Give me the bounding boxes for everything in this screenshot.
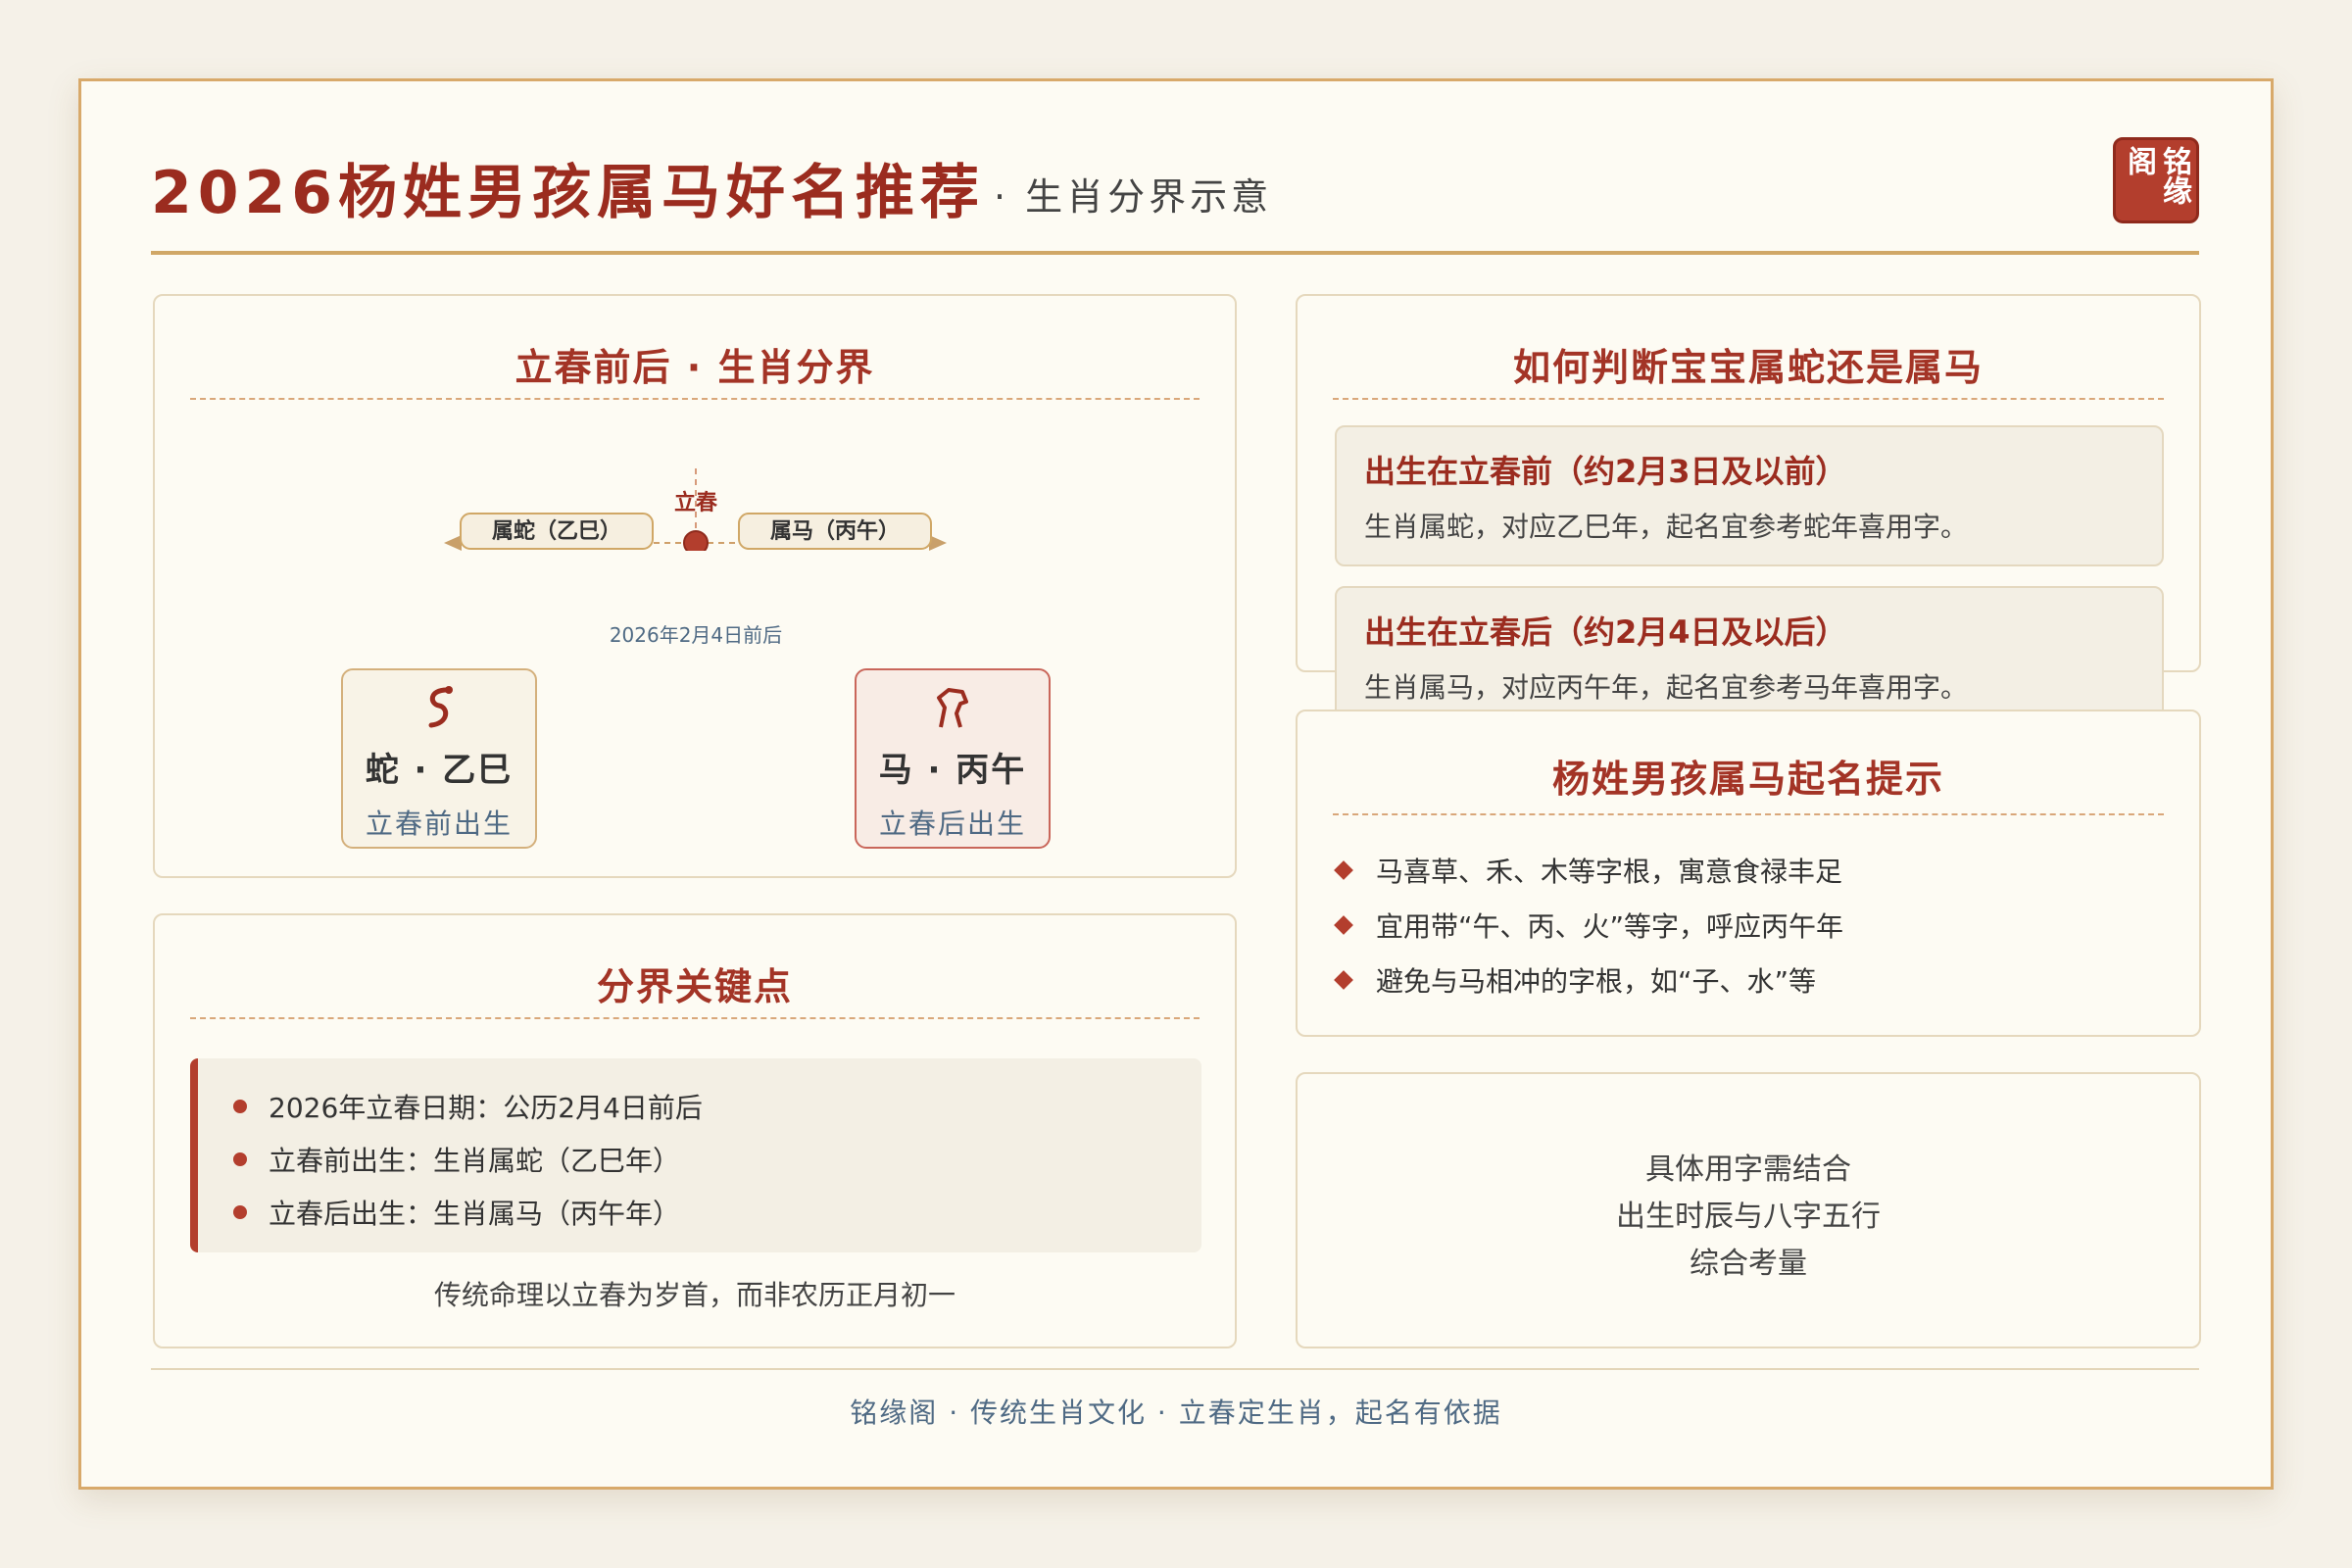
horse-card: 马 · 丙午 立春后出生 <box>855 668 1051 849</box>
keypoints-note: 传统命理以立春为岁首，而非农历正月初一 <box>433 1279 956 1311</box>
diamond-bullet-icon <box>1334 915 1353 935</box>
horse-period-label: 属马（丙午） <box>770 518 900 544</box>
keypoints-card-title: 分界关键点 <box>596 965 793 1008</box>
boundary-card: 立春前后 · 生肖分界 属蛇（乙巳） 属马（丙午） 立春 2026年2月4日前后… <box>153 294 1237 878</box>
diamond-bullet-icon <box>1334 860 1353 880</box>
condition-before-lichun: 出生在立春前（约2月3日及以前） 生肖属蛇，对应乙巳年，起名宜参考蛇年喜用字。 <box>1335 425 2164 566</box>
snake-desc: 立春前出生 <box>365 808 513 840</box>
boundary-timeline: 属蛇（乙巳） 属马（丙午） 立春 <box>444 468 947 551</box>
bullet-dot <box>233 1205 247 1219</box>
lichun-date-label: 2026年2月4日前后 <box>609 623 783 647</box>
judge-card-title: 如何判断宝宝属蛇还是属马 <box>1512 346 1984 389</box>
diamond-bullet-icon <box>1334 970 1353 990</box>
keypoints-title-divider <box>190 1017 1200 1019</box>
keypoints-card: 分界关键点 2026年立春日期：公历2月4日前后 立春前出生：生肖属蛇（乙巳年）… <box>153 913 1237 1348</box>
keypoints-list: 2026年立春日期：公历2月4日前后 立春前出生：生肖属蛇（乙巳年） 立春后出生… <box>190 1058 1201 1252</box>
lichun-marker-label: 立春 <box>674 490 717 515</box>
horse-icon <box>857 684 1049 735</box>
judge-title-divider <box>1333 398 2164 400</box>
list-item: 立春后出生：生肖属马（丙午年） <box>233 1186 1201 1239</box>
bullet-dot <box>233 1152 247 1166</box>
horse-desc: 立春后出生 <box>878 808 1026 840</box>
condition-heading: 出生在立春后（约2月4日及以后） <box>1364 613 1847 651</box>
naming-tips-card: 杨姓男孩属马起名提示 马喜草、禾、木等字根，寓意食禄丰足 宜用带“午、丙、火”等… <box>1296 710 2201 1037</box>
seal-text-left: 阁 <box>2122 146 2156 175</box>
timeline-arrow-left <box>444 535 462 551</box>
page-title: 2026杨姓男孩属马好名推荐 <box>151 159 985 227</box>
header-divider <box>151 251 2199 255</box>
lichun-marker-dot <box>683 530 709 551</box>
list-item: 立春前出生：生肖属蛇（乙巳年） <box>233 1133 1201 1186</box>
list-item: 避免与马相冲的字根，如“子、水”等 <box>1334 960 1816 1000</box>
closing-card: 具体用字需结合 出生时辰与八字五行 综合考量 <box>1296 1072 2201 1348</box>
snake-icon <box>343 684 535 735</box>
condition-text: 生肖属蛇，对应乙巳年，起名宜参考蛇年喜用字。 <box>1364 511 1969 543</box>
horse-name: 马 · 丙午 <box>878 751 1027 790</box>
seal-text-right: 铭缘 <box>2157 146 2191 205</box>
condition-text: 生肖属马，对应丙午年，起名宜参考马年喜用字。 <box>1364 671 1969 704</box>
closing-text: 具体用字需结合 出生时辰与八字五行 综合考量 <box>1616 1152 1881 1281</box>
snake-name: 蛇 · 乙巳 <box>365 751 514 790</box>
footer-text: 铭缘阁 · 传统生肖文化 · 立春定生肖，起名有依据 <box>850 1396 1502 1429</box>
naming-tips-title: 杨姓男孩属马起名提示 <box>1551 758 1944 801</box>
snake-card: 蛇 · 乙巳 立春前出生 <box>341 668 537 849</box>
condition-heading: 出生在立春前（约2月3日及以前） <box>1364 453 1847 490</box>
list-item: 马喜草、禾、木等字根，寓意食禄丰足 <box>1334 851 1842 890</box>
header: 2026杨姓男孩属马好名推荐 · 生肖分界示意 铭缘 阁 <box>151 137 2199 255</box>
judge-card: 如何判断宝宝属蛇还是属马 出生在立春前（约2月3日及以前） 生肖属蛇，对应乙巳年… <box>1296 294 2201 727</box>
brand-seal: 铭缘 阁 <box>2113 137 2199 223</box>
condition-after-lichun: 出生在立春后（约2月4日及以后） 生肖属马，对应丙午年，起名宜参考马年喜用字。 <box>1335 586 2164 727</box>
snake-period-label: 属蛇（乙巳） <box>492 518 621 544</box>
list-item: 2026年立春日期：公历2月4日前后 <box>233 1080 1201 1133</box>
footer-divider <box>151 1368 2199 1370</box>
list-item: 宜用带“午、丙、火”等字，呼应丙午年 <box>1334 906 1843 945</box>
naming-tips-divider <box>1333 813 2164 815</box>
page-subtitle: · 生肖分界示意 <box>994 175 1273 219</box>
bullet-dot <box>233 1100 247 1113</box>
